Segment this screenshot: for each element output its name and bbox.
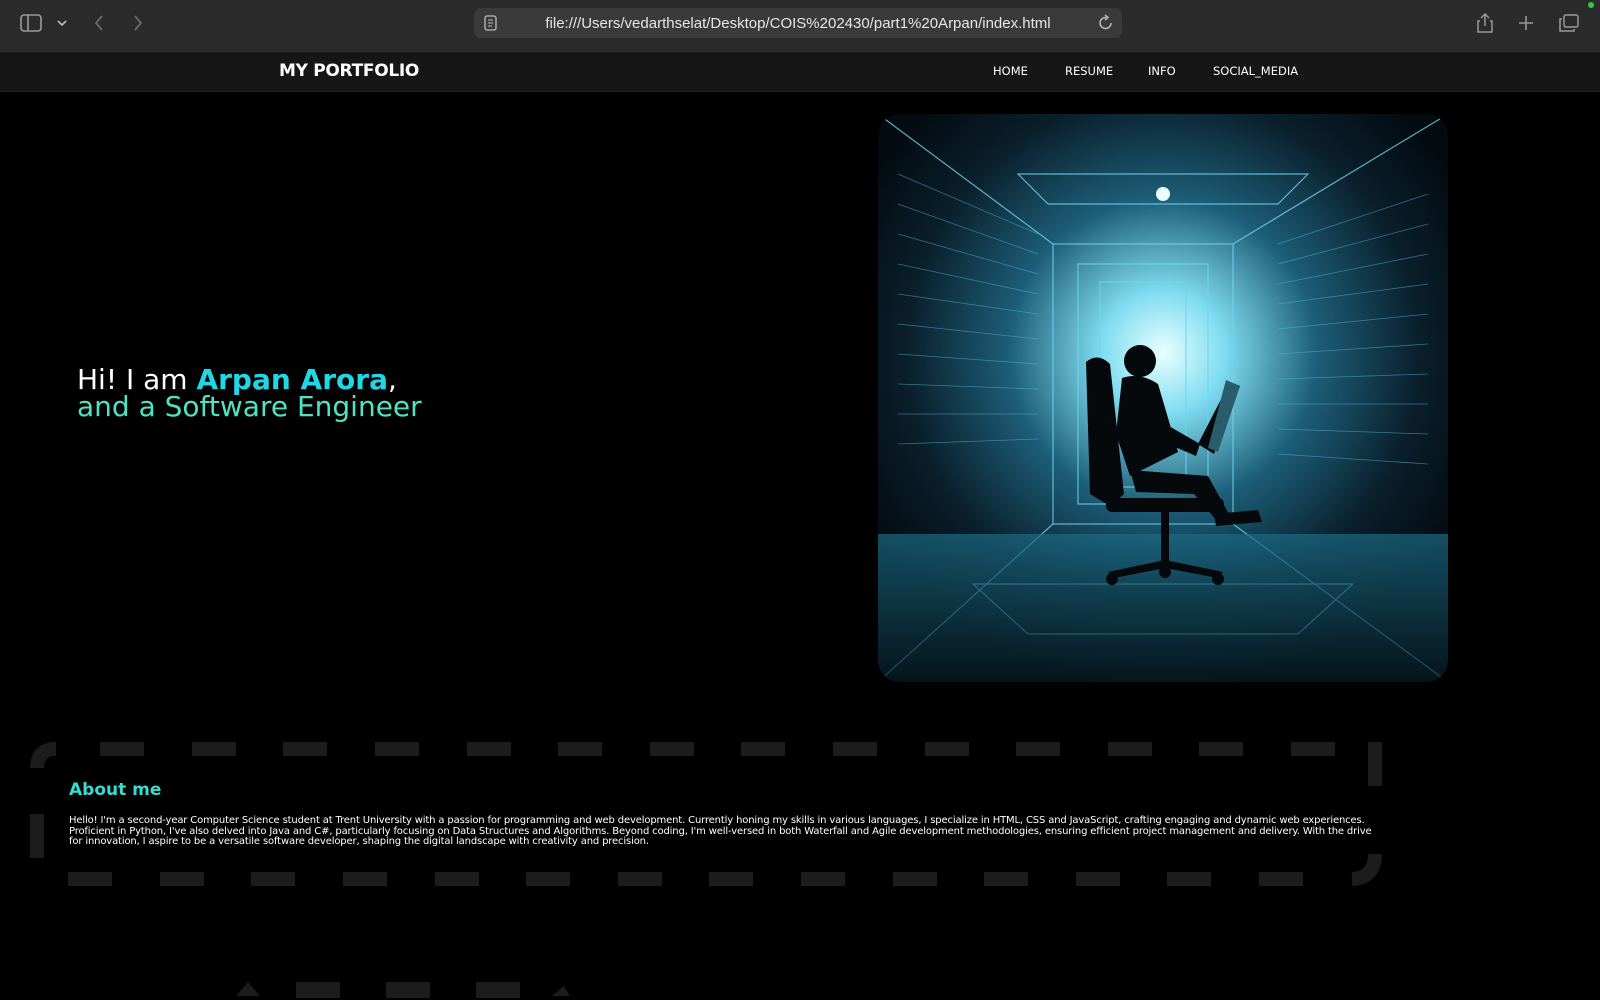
tabs-overview-icon[interactable] <box>1557 10 1581 36</box>
hero-line-greeting: Hi! I am Arpan Arora, <box>77 366 422 394</box>
reload-icon[interactable] <box>1098 14 1114 36</box>
status-dot <box>1588 2 1594 8</box>
back-icon[interactable] <box>89 10 109 36</box>
sidebar-icon[interactable] <box>18 10 44 36</box>
site-brand[interactable]: MY PORTFOLIO <box>279 61 419 81</box>
nav-home-link[interactable]: HOME <box>993 64 1028 78</box>
address-bar[interactable]: file:///Users/vedarthselat/Desktop/COIS%… <box>474 8 1122 38</box>
new-tab-icon[interactable] <box>1515 10 1537 36</box>
share-icon[interactable] <box>1474 10 1496 36</box>
site-navbar: MY PORTFOLIO HOME RESUME INFO SOCIAL_MED… <box>0 53 1600 92</box>
hero-heading: Hi! I am Arpan Arora, and a Software Eng… <box>77 366 422 423</box>
browser-toolbar: file:///Users/vedarthselat/Desktop/COIS%… <box>0 0 1600 53</box>
hero-illustration <box>878 114 1448 682</box>
about-section: About me Hello! I'm a second-year Comput… <box>30 742 1382 890</box>
nav-social-media-link[interactable]: SOCIAL_MEDIA <box>1213 64 1298 78</box>
forward-icon[interactable] <box>128 10 148 36</box>
nav-resume-link[interactable]: RESUME <box>1065 64 1113 78</box>
about-body: Hello! I'm a second-year Computer Scienc… <box>69 815 1372 847</box>
nav-info-link[interactable]: INFO <box>1148 64 1176 78</box>
about-title: About me <box>69 780 162 800</box>
next-section-dashed-border <box>236 982 570 998</box>
url-text[interactable]: file:///Users/vedarthselat/Desktop/COIS%… <box>474 15 1122 32</box>
chevron-down-icon[interactable] <box>55 10 69 36</box>
hero-subtitle: and a Software Engineer <box>77 390 422 423</box>
